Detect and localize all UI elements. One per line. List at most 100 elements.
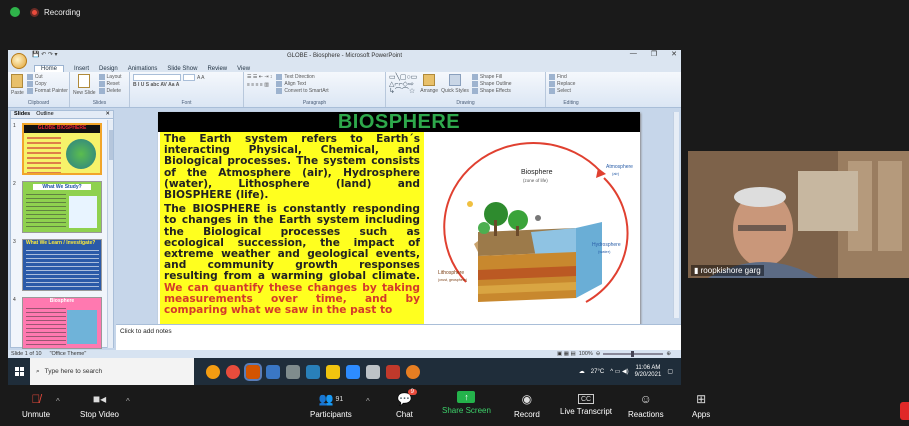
weather-icon[interactable]: ☁ (579, 368, 585, 375)
slide-thumbnail-3[interactable]: What We Learn / Investigate? (22, 239, 102, 291)
share-screen-label: Share Screen (442, 406, 491, 415)
participant-name-tag: ▮ roopkishore garg (691, 265, 764, 276)
paragraph-label: Paragraph (302, 100, 327, 106)
share-screen-button[interactable]: ↑ Share Screen (442, 391, 491, 415)
close-icon[interactable]: ✕ (671, 50, 677, 58)
cut-button[interactable]: Cut (26, 74, 68, 80)
temperature[interactable]: 27°C (591, 369, 604, 375)
windows-start-icon[interactable] (8, 358, 30, 385)
security-shield-icon[interactable] (10, 7, 20, 17)
copy-button[interactable]: Copy (26, 81, 68, 87)
chrome-icon-2[interactable] (406, 364, 420, 379)
zoom-out-icon[interactable]: ⊖ (596, 351, 601, 357)
biosphere-diagram[interactable]: Biosphere (zone of life) Atmosphere (air… (426, 132, 638, 326)
panel-scrollbar[interactable] (107, 120, 113, 348)
font-format-buttons[interactable]: B I U S abc AV Aa A (133, 82, 240, 88)
file-explorer-icon[interactable] (326, 364, 340, 379)
font-size-box[interactable] (183, 74, 195, 81)
body-paragraph-2-red: We can quantify these changes by taking … (164, 281, 420, 317)
biosphere-diagram-svg: Biosphere (zone of life) Atmosphere (air… (438, 141, 633, 303)
layout-button[interactable]: Layout (98, 74, 122, 80)
zoom-level[interactable]: 100% (579, 351, 593, 357)
chat-button[interactable]: 💬 9 Chat (396, 389, 417, 419)
grow-font-icon[interactable]: A A (197, 75, 205, 81)
video-camera-icon: ■◂ (92, 392, 107, 406)
app-icon-blue[interactable] (266, 364, 280, 379)
record-icon: ◉ (521, 392, 533, 406)
clock[interactable]: 11:06 AM 9/20/2021 (635, 365, 662, 379)
app-icon-gray[interactable] (286, 364, 300, 379)
participants-chevron-icon[interactable]: ^ (366, 397, 370, 406)
panel-close-icon[interactable]: ✕ (105, 111, 110, 118)
live-transcript-button[interactable]: CC Live Transcript (560, 391, 612, 416)
reactions-button[interactable]: ☺ Reactions (628, 391, 664, 419)
font-name-box[interactable] (133, 74, 181, 81)
slide-thumbnail-4[interactable]: Biosphere (22, 297, 102, 349)
chrome-alt-icon[interactable] (226, 364, 240, 379)
drawing-group: ▭╲▢○▭ △⌐⌐◇⇨ ↳⌒⌒☆ Arrange Quick Styles Shap… (386, 72, 546, 107)
zoom-slider[interactable] (603, 351, 664, 357)
replace-icon (549, 81, 555, 87)
unmute-button[interactable]: 🎙̸ Unmute (22, 391, 50, 419)
powerpoint-icon[interactable] (244, 362, 262, 381)
video-options-chevron-icon[interactable]: ^ (126, 397, 130, 406)
current-slide[interactable]: BIOSPHERE The Earth system refers to Ear… (158, 111, 640, 326)
stop-video-button[interactable]: ■◂ Stop Video (80, 391, 119, 419)
replace-button[interactable]: Replace (549, 81, 593, 87)
shape-fill-button[interactable]: Shape Fill (471, 74, 512, 80)
recording-indicator[interactable]: Recording (30, 7, 80, 17)
zoom-app-icon[interactable] (346, 364, 360, 379)
notes-pane[interactable]: Click to add notes (116, 324, 681, 350)
audio-options-chevron-icon[interactable]: ^ (56, 397, 60, 406)
slide-thumbnail-2[interactable]: What We Study? (22, 181, 102, 233)
reset-button[interactable]: Reset (98, 81, 122, 87)
tray-icons[interactable]: ^ ▭ ◀) (610, 368, 628, 375)
slide-thumbnail-1[interactable]: GLOBE BIOSPHERE (22, 123, 102, 175)
thumb-number: 3 (13, 239, 16, 245)
find-button[interactable]: Find (549, 74, 593, 80)
text-direction-icon (276, 74, 283, 80)
zoom-in-icon[interactable]: ⊕ (666, 351, 671, 357)
select-icon (549, 88, 555, 94)
apps-button[interactable]: ⊞ Apps (692, 391, 710, 419)
office-button-icon[interactable] (11, 53, 27, 69)
outline-icon (471, 81, 478, 87)
apps-label: Apps (692, 410, 711, 419)
convert-smartart-button[interactable]: Convert to SmartArt (276, 88, 329, 94)
shape-effects-button[interactable]: Shape Effects (471, 88, 512, 94)
thumbnail-title: What We Learn / Investigate? (26, 240, 96, 246)
tab-slides-panel[interactable]: Slides (14, 111, 30, 118)
delete-button[interactable]: Delete (98, 88, 122, 94)
align-buttons[interactable]: ≡ ≡ ≡ ≡ ▥ (247, 82, 272, 88)
format-painter-button[interactable]: Format Painter (26, 88, 68, 94)
text-direction-button[interactable]: Text Direction (276, 74, 328, 80)
store-icon[interactable] (366, 364, 380, 379)
share-screen-icon: ↑ (457, 391, 476, 403)
label-hydrosphere-sub: (water) (598, 249, 611, 254)
view-buttons[interactable]: ▣ ▦ ▤ (557, 351, 576, 357)
tab-home[interactable]: Home (34, 65, 65, 72)
shape-outline-button[interactable]: Shape Outline (471, 81, 512, 87)
taskbar-search[interactable]: ⌕ Type here to search (30, 358, 194, 385)
ppt-title-bar: 💾 ↶ ↷ ▾ GLOBE - Biosphere - Microsoft Po… (8, 50, 681, 62)
participants-button[interactable]: 👥 91 Participants (310, 391, 352, 419)
align-text-button[interactable]: Align Text (276, 81, 328, 87)
notification-icon[interactable]: ▢ (667, 368, 673, 375)
chrome-icon[interactable] (206, 364, 220, 379)
end-meeting-button[interactable] (900, 402, 909, 420)
list-buttons[interactable]: ☰ ☰ ⇤ ⇥ ↕ (247, 74, 272, 80)
app-icon-mail[interactable] (306, 364, 320, 379)
select-button[interactable]: Select (549, 88, 593, 94)
record-button[interactable]: ◉ Record (514, 391, 540, 419)
slide-count: Slide 1 of 10 (11, 351, 42, 357)
minimize-icon[interactable]: — (630, 50, 637, 58)
slide-scrollbar[interactable] (673, 112, 679, 318)
office-icon[interactable] (386, 364, 400, 379)
thumb-number: 1 (13, 123, 16, 129)
maximize-icon[interactable]: ❐ (651, 50, 657, 58)
tab-outline-panel[interactable]: Outline (36, 111, 53, 118)
participant-video[interactable]: ▮ roopkishore garg (688, 151, 909, 278)
live-transcript-label: Live Transcript (560, 407, 613, 416)
slide-body-text[interactable]: The Earth system refers to Earth´s inter… (160, 132, 424, 326)
ppt-status-bar: Slide 1 of 10 "Office Theme" ▣ ▦ ▤ 100% … (8, 350, 681, 358)
